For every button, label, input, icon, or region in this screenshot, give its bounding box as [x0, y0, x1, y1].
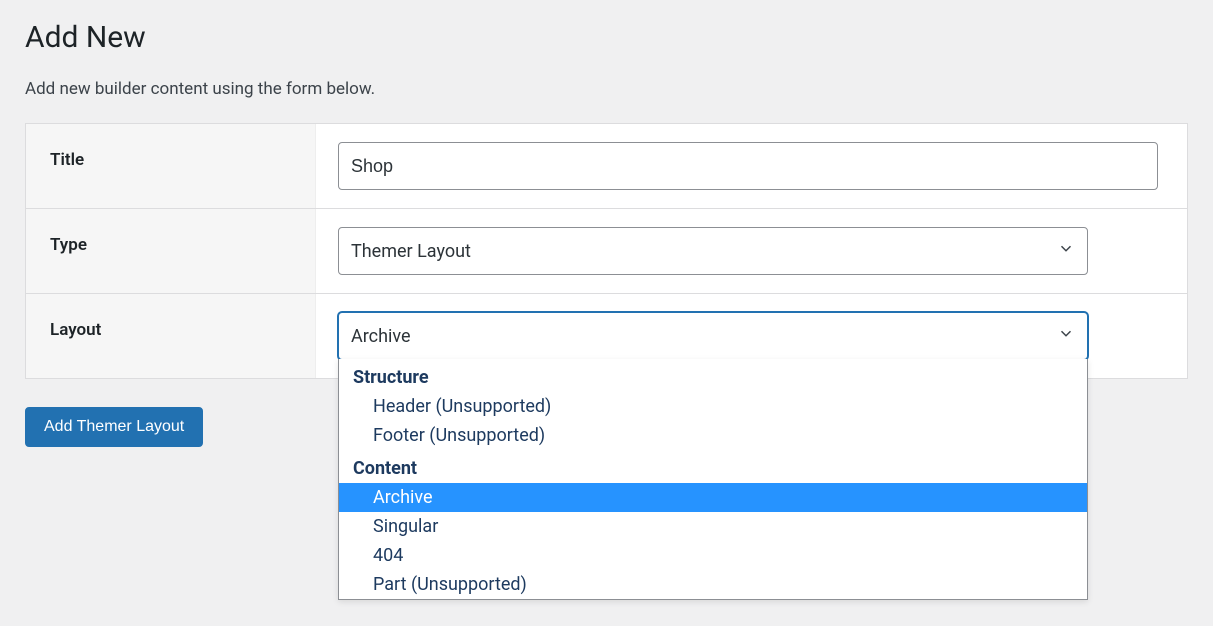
label-type: Type: [26, 209, 316, 293]
layout-select[interactable]: Archive: [338, 312, 1088, 360]
add-themer-layout-button[interactable]: Add Themer Layout: [25, 407, 203, 447]
page-title: Add New: [25, 20, 1188, 55]
dropdown-option[interactable]: 404: [339, 541, 1087, 570]
dropdown-option[interactable]: Footer (Unsupported): [339, 421, 1087, 450]
layout-select-value: Archive: [351, 326, 411, 347]
cell-title: [316, 124, 1187, 208]
form-table: Title Type Themer Layout Layout Archive: [25, 123, 1188, 379]
dropdown-option[interactable]: Archive: [339, 483, 1087, 512]
type-select[interactable]: Themer Layout: [338, 227, 1088, 275]
label-layout: Layout: [26, 294, 316, 378]
page-description: Add new builder content using the form b…: [25, 79, 1188, 99]
option-group-label: Structure: [339, 359, 1087, 392]
chevron-down-icon: [1057, 325, 1075, 348]
type-select-value: Themer Layout: [351, 241, 471, 262]
row-title: Title: [26, 124, 1187, 209]
cell-type: Themer Layout: [316, 209, 1187, 293]
chevron-down-icon: [1057, 240, 1075, 263]
layout-dropdown: StructureHeader (Unsupported)Footer (Uns…: [338, 359, 1088, 600]
option-group-label: Content: [339, 450, 1087, 483]
title-input[interactable]: [338, 142, 1158, 190]
cell-layout: Archive StructureHeader (Unsupported)Foo…: [316, 294, 1187, 378]
dropdown-option[interactable]: Header (Unsupported): [339, 392, 1087, 421]
label-title: Title: [26, 124, 316, 208]
dropdown-option[interactable]: Singular: [339, 512, 1087, 541]
dropdown-option[interactable]: Part (Unsupported): [339, 570, 1087, 599]
row-layout: Layout Archive StructureHeader (Unsuppor…: [26, 294, 1187, 378]
row-type: Type Themer Layout: [26, 209, 1187, 294]
